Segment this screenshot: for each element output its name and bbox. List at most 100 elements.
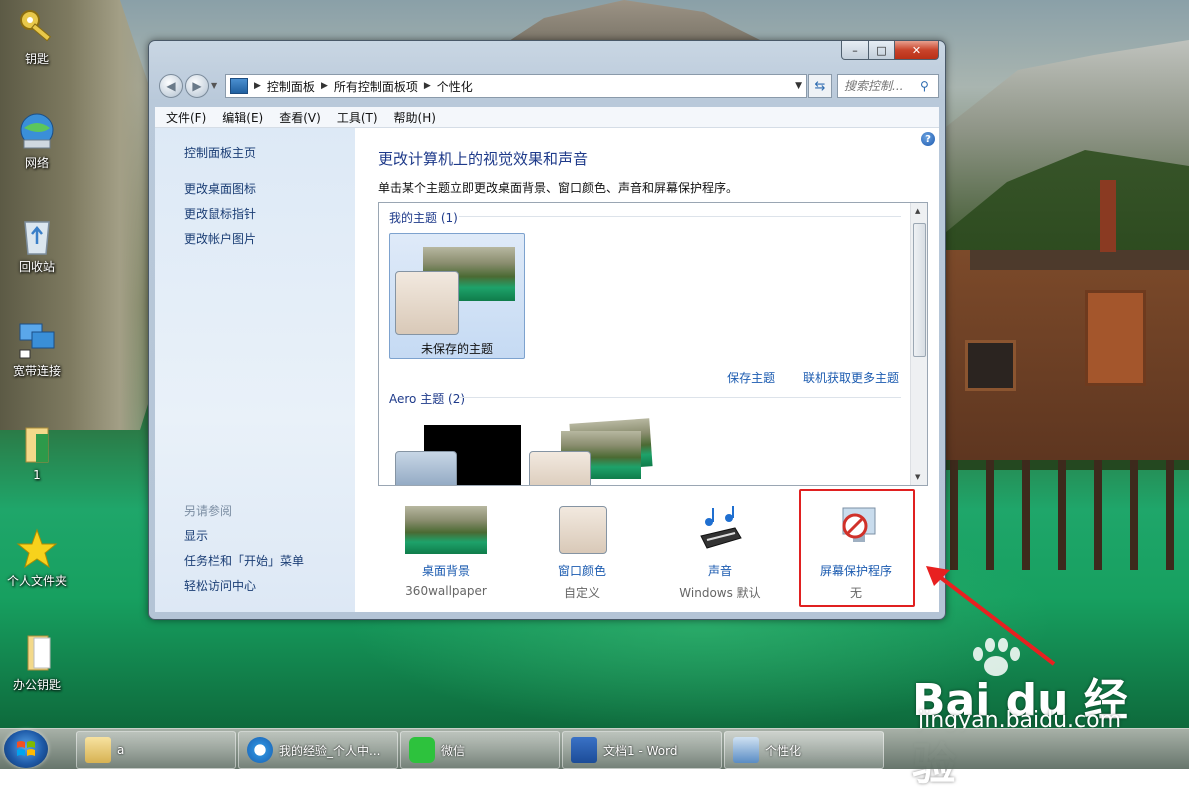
folder-icon — [27, 635, 51, 671]
setting-label[interactable]: 声音 — [665, 562, 775, 579]
address-bar[interactable]: ▶ 控制面板 ▶ 所有控制面板项 ▶ 个性化 ▼ — [225, 74, 807, 98]
sound-icon — [700, 506, 742, 549]
theme-list: 我的主题 (1) 未保存的主题 保存主题 联机获取更多主题 Aero 主题 (2… — [378, 202, 928, 486]
sound-setting[interactable]: 声音 Windows 默认 — [665, 488, 775, 604]
menu-edit[interactable]: 编辑(E) — [217, 109, 268, 126]
forward-arrow-icon: ▶ — [192, 79, 202, 93]
theme-aero-landscapes[interactable] — [529, 417, 659, 485]
search-icon[interactable]: ⚲ — [920, 79, 929, 93]
start-button[interactable] — [4, 730, 48, 768]
desktop-icon-key[interactable]: 钥匙 — [0, 6, 74, 67]
baidu-watermark: Bai du 经验 jingyan.baidu.com — [912, 638, 1152, 790]
folder-icon — [25, 427, 49, 463]
sidebar-link-ease-of-access[interactable]: 轻松访问中心 — [184, 577, 256, 594]
scrollbar-thumb[interactable] — [913, 223, 926, 357]
navigation-bar: ◀ ▶ ▼ ▶ 控制面板 ▶ 所有控制面板项 ▶ 个性化 ▼ ⇆ ⚲ — [157, 73, 939, 99]
close-button[interactable]: ✕ — [895, 41, 939, 60]
setting-label[interactable]: 桌面背景 — [391, 562, 501, 579]
desktop-icon-label: 个人文件夹 — [6, 574, 67, 588]
breadcrumb-personalization[interactable]: 个性化 — [437, 78, 473, 95]
theme-unsaved[interactable]: 未保存的主题 — [389, 233, 525, 359]
theme-thumbnail-window-color — [529, 451, 591, 485]
setting-value: 360wallpaper — [405, 584, 487, 598]
desktop-icon-label: 办公钥匙 — [12, 678, 61, 692]
sidebar-link-account-picture[interactable]: 更改帐户图片 — [184, 230, 256, 247]
theme-thumbnail-window-color — [395, 451, 457, 485]
sidebar-link-control-panel-home[interactable]: 控制面板主页 — [184, 144, 256, 161]
scroll-up-icon[interactable]: ▲ — [915, 207, 920, 215]
taskbar-item-browser[interactable]: 我的经验_个人中... — [238, 731, 398, 769]
sidebar-link-mouse-pointers[interactable]: 更改鼠标指针 — [184, 205, 256, 222]
desktop-icon-personal-folder[interactable]: 个人文件夹 — [0, 528, 74, 589]
search-input[interactable] — [842, 78, 918, 94]
breadcrumb-control-panel[interactable]: 控制面板 — [267, 78, 315, 95]
desktop-icon-label: 钥匙 — [24, 52, 49, 66]
breadcrumb-all-items[interactable]: 所有控制面板项 — [334, 78, 418, 95]
refresh-icon: ⇆ — [814, 78, 826, 94]
window-color-setting[interactable]: 窗口颜色 自定义 — [527, 488, 637, 604]
taskbar-item-label: 文档1 - Word — [603, 743, 678, 758]
menu-help[interactable]: 帮助(H) — [389, 109, 441, 126]
back-arrow-icon: ◀ — [166, 79, 176, 93]
personalize-icon — [733, 737, 759, 763]
sidebar-link-taskbar-start[interactable]: 任务栏和「开始」菜单 — [184, 552, 304, 569]
taskbar-item-label: 个性化 — [765, 743, 802, 758]
taskbar-item-word[interactable]: 文档1 - Word — [562, 731, 722, 769]
sidebar-link-desktop-icons[interactable]: 更改桌面图标 — [184, 180, 256, 197]
taskbar-item-label: 微信 — [441, 743, 466, 758]
help-icon[interactable]: ? — [921, 132, 935, 146]
setting-label[interactable]: 窗口颜色 — [527, 562, 637, 579]
recycle-bin-icon — [24, 221, 50, 255]
breadcrumb-separator-icon[interactable]: ▶ — [254, 81, 261, 91]
desktop-icon-folder-1[interactable]: 1 — [0, 424, 74, 482]
breadcrumb-separator-icon[interactable]: ▶ — [321, 81, 328, 91]
taskbar: a 我的经验_个人中... 微信 文档1 - Word 个性化 — [0, 728, 1189, 769]
address-dropdown-icon[interactable]: ▼ — [795, 81, 802, 91]
caption-buttons: – □ ✕ — [841, 41, 939, 60]
desktop-icon-office-key[interactable]: 办公钥匙 — [0, 632, 74, 693]
broadband-icon — [19, 323, 55, 359]
group-divider — [459, 397, 901, 398]
menu-file[interactable]: 文件(F) — [161, 109, 211, 126]
theme-aero-windows[interactable] — [391, 423, 521, 485]
main-content: ? 更改计算机上的视觉效果和声音 单击某个主题立即更改桌面背景、窗口颜色、声音和… — [355, 128, 939, 612]
window-client-area: 控制面板主页 更改桌面图标 更改鼠标指针 更改帐户图片 另请参阅 显示 任务栏和… — [155, 128, 939, 612]
maximize-button[interactable]: □ — [869, 41, 895, 60]
get-more-themes-link[interactable]: 联机获取更多主题 — [803, 371, 899, 385]
theme-list-scrollbar[interactable]: ▲ ▼ — [910, 203, 927, 485]
desktop-icon-label: 宽带连接 — [12, 364, 61, 378]
scroll-down-icon[interactable]: ▼ — [915, 473, 920, 481]
theme-label: 未保存的主题 — [420, 342, 493, 356]
folder-icon — [85, 737, 111, 763]
wallpaper-roof — [970, 250, 1189, 270]
desktop-icon-label: 网络 — [24, 156, 49, 170]
back-button[interactable]: ◀ — [159, 74, 183, 98]
taskbar-item-folder-a[interactable]: a — [76, 731, 236, 769]
recent-pages-dropdown-icon[interactable]: ▼ — [211, 81, 217, 90]
sidebar-link-display[interactable]: 显示 — [184, 527, 208, 544]
key-icon — [20, 10, 52, 42]
taskbar-item-personalization[interactable]: 个性化 — [724, 731, 884, 769]
desktop-icon-network[interactable]: 网络 — [0, 110, 74, 171]
see-also-heading: 另请参阅 — [184, 504, 233, 518]
search-box[interactable]: ⚲ — [837, 74, 939, 98]
wallpaper-icon — [405, 506, 487, 554]
menu-view[interactable]: 查看(V) — [274, 109, 326, 126]
taskbar-item-wechat[interactable]: 微信 — [400, 731, 560, 769]
minimize-button[interactable]: – — [841, 41, 869, 60]
desktop-icon-label: 1 — [33, 468, 41, 482]
word-icon — [571, 737, 597, 763]
forward-button[interactable]: ▶ — [185, 74, 209, 98]
desktop-icon-broadband[interactable]: 宽带连接 — [0, 318, 74, 379]
theme-links: 保存主题 联机获取更多主题 — [703, 369, 899, 386]
page-title: 更改计算机上的视觉效果和声音 — [378, 150, 589, 168]
desktop-icon-recycle-bin[interactable]: 回收站 — [0, 214, 74, 275]
breadcrumb-separator-icon[interactable]: ▶ — [424, 81, 431, 91]
refresh-button[interactable]: ⇆ — [808, 74, 832, 98]
theme-settings-bar: 桌面背景 360wallpaper 窗口颜色 自定义 声音 Windows 默认… — [355, 488, 939, 612]
setting-value: Windows 默认 — [679, 586, 761, 600]
desktop-background-setting[interactable]: 桌面背景 360wallpaper — [391, 488, 501, 604]
save-theme-link[interactable]: 保存主题 — [727, 371, 775, 385]
menu-tools[interactable]: 工具(T) — [332, 109, 383, 126]
control-panel-icon — [230, 78, 248, 94]
